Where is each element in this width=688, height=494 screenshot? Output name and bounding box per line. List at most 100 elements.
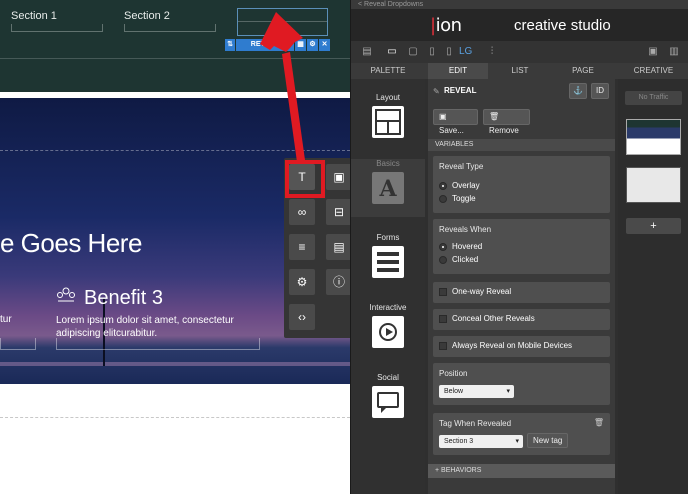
variables-header[interactable]: VARIABLES bbox=[428, 139, 615, 151]
header-divider bbox=[0, 58, 350, 59]
tab-edit[interactable]: EDIT bbox=[428, 63, 488, 79]
left-box-outline bbox=[0, 338, 36, 350]
editor-panel: < Reveal Dropdowns |ion creative studio … bbox=[350, 0, 688, 494]
table-icon[interactable]: ▤ bbox=[326, 234, 350, 260]
tab-palette[interactable]: PALETTE bbox=[351, 63, 425, 79]
save-disk-icon[interactable]: ▣ bbox=[647, 45, 659, 58]
pencil-icon: ✎ bbox=[433, 87, 440, 96]
conceal-other-checkbox[interactable] bbox=[439, 315, 447, 323]
grid-icon[interactable]: ▦ bbox=[295, 39, 306, 51]
lower-section bbox=[0, 384, 350, 494]
traffic-badge: No Traffic bbox=[625, 91, 682, 105]
palette-layout[interactable]: Layout bbox=[351, 93, 425, 138]
reveal-type-card: Reveal Type Overlay Toggle bbox=[433, 156, 610, 213]
brand-subtitle: creative studio bbox=[514, 17, 611, 34]
breakpoint-label[interactable]: LG bbox=[459, 45, 472, 58]
text-block-icon: A bbox=[372, 172, 404, 204]
hovered-radio[interactable] bbox=[439, 243, 447, 251]
site-header: Section 1 Section 2 ⇅ REVEAL ▦ ⚙ ✕ bbox=[0, 0, 350, 92]
save-button[interactable]: ▣ Save... bbox=[433, 109, 478, 135]
trash-icon[interactable]: ✕ bbox=[319, 39, 330, 51]
ion-logo: |ion bbox=[430, 15, 462, 36]
palette-column: Layout Basics A Forms Interactive Social bbox=[351, 79, 425, 494]
link-icon[interactable]: ∞ bbox=[289, 199, 315, 225]
image-icon[interactable]: ▣ bbox=[326, 164, 350, 190]
anchor-icon[interactable]: ⚓ bbox=[569, 83, 587, 99]
device-toolbar: ▤ ▭ ▢ ▯ ▯ LG ⫶ ▣ ▥ bbox=[351, 41, 688, 63]
highlight-box bbox=[285, 160, 325, 198]
clicked-radio[interactable] bbox=[439, 256, 447, 264]
sprout-icon bbox=[57, 287, 75, 302]
benefit-body[interactable]: Lorem ipsum dolor sit amet, consectetur … bbox=[56, 314, 256, 340]
layout-icon bbox=[372, 106, 404, 138]
page-column: No Traffic + bbox=[618, 79, 688, 494]
add-page-button[interactable]: + bbox=[626, 218, 681, 234]
trash-icon: 🗑 bbox=[489, 112, 500, 121]
form-icon bbox=[372, 246, 404, 278]
new-tag-button[interactable]: New tag bbox=[527, 433, 569, 448]
nav-link-section-1[interactable]: Section 1 bbox=[11, 10, 57, 22]
layout-toggle-icon[interactable]: ▤ bbox=[360, 45, 374, 58]
gallery-icon[interactable]: ⊟ bbox=[326, 199, 350, 225]
info-icon[interactable]: ⓘ bbox=[326, 269, 350, 295]
panel-tabs: PALETTE EDIT LIST PAGE CREATIVE bbox=[351, 63, 688, 79]
reveal-handle-icon[interactable]: ⇅ bbox=[225, 39, 235, 51]
nav-box-1 bbox=[11, 24, 103, 32]
one-way-reveal-row[interactable]: One-way Reveal bbox=[433, 282, 610, 303]
palette-social[interactable]: Social bbox=[351, 373, 425, 418]
benefit-box-outline bbox=[56, 338, 260, 350]
guide-line bbox=[0, 150, 350, 151]
remove-button[interactable]: 🗑 Remove bbox=[483, 109, 530, 135]
code-icon[interactable]: ‹› bbox=[289, 304, 315, 330]
page-thumbnail-1[interactable] bbox=[626, 119, 681, 155]
id-button[interactable]: ID bbox=[591, 83, 609, 99]
position-card: Position Below bbox=[433, 363, 610, 405]
tablet-icon[interactable]: ▯ bbox=[427, 45, 437, 58]
guide-line bbox=[0, 417, 350, 418]
reveal-selection-toolbar: ⇅ REVEAL ▦ ⚙ ✕ bbox=[225, 39, 330, 51]
tab-creative[interactable]: CREATIVE bbox=[618, 63, 688, 79]
nav-link-section-2[interactable]: Section 2 bbox=[124, 10, 170, 22]
left-benefit-fragment: tur bbox=[0, 314, 12, 325]
brand-bar: |ion creative studio bbox=[351, 9, 688, 41]
behaviors-header[interactable]: + BEHAVIORS bbox=[428, 464, 615, 478]
nav-box-2 bbox=[124, 24, 216, 32]
save-icon: ▣ bbox=[439, 112, 447, 121]
sliders-icon[interactable]: ⫶ bbox=[486, 45, 498, 58]
preview-icon[interactable]: ▥ bbox=[668, 45, 680, 58]
list-icon[interactable]: ≡ bbox=[289, 234, 315, 260]
tag-card: Tag When Revealed 🗑 Section 3 New tag bbox=[433, 413, 610, 455]
page-canvas[interactable]: Section 1 Section 2 ⇅ REVEAL ▦ ⚙ ✕ e Goe… bbox=[0, 0, 350, 494]
video-play-icon bbox=[372, 316, 404, 348]
comment-icon bbox=[372, 386, 404, 418]
page-thumbnail-2[interactable] bbox=[626, 167, 681, 203]
breadcrumb[interactable]: < Reveal Dropdowns bbox=[351, 0, 688, 9]
app-window: Section 1 Section 2 ⇅ REVEAL ▦ ⚙ ✕ e Goe… bbox=[0, 0, 688, 494]
conceal-other-row[interactable]: Conceal Other Reveals bbox=[433, 309, 610, 330]
reveals-when-card: Reveals When Hovered Clicked bbox=[433, 219, 610, 274]
laptop-icon[interactable]: ▭ bbox=[386, 45, 398, 58]
toggle-radio[interactable] bbox=[439, 195, 447, 203]
reveal-selection-label: REVEAL bbox=[236, 39, 294, 51]
always-reveal-checkbox[interactable] bbox=[439, 342, 447, 350]
tab-list[interactable]: LIST bbox=[490, 63, 550, 79]
gear-icon[interactable]: ⚙ bbox=[289, 269, 315, 295]
tag-select[interactable]: Section 3 bbox=[439, 435, 523, 448]
one-way-reveal-checkbox[interactable] bbox=[439, 288, 447, 296]
desktop-icon[interactable]: ▢ bbox=[407, 45, 419, 58]
palette-forms[interactable]: Forms bbox=[351, 233, 425, 278]
phone-icon[interactable]: ▯ bbox=[445, 45, 453, 58]
overlay-radio[interactable] bbox=[439, 182, 447, 190]
palette-basics[interactable]: Basics A bbox=[351, 159, 425, 217]
palette-interactive[interactable]: Interactive bbox=[351, 303, 425, 348]
trash-icon[interactable]: 🗑 bbox=[594, 418, 604, 427]
hero-headline[interactable]: e Goes Here bbox=[0, 228, 142, 259]
settings-icon[interactable]: ⚙ bbox=[307, 39, 318, 51]
tab-page[interactable]: PAGE bbox=[552, 63, 614, 79]
position-select[interactable]: Below bbox=[439, 385, 514, 398]
always-reveal-row[interactable]: Always Reveal on Mobile Devices bbox=[433, 336, 610, 357]
edit-column: REVEAL ✎ ⚓ ID ▣ Save... 🗑 Remove VARIABL… bbox=[428, 79, 615, 494]
reveal-placeholder[interactable] bbox=[237, 8, 328, 36]
benefit-title[interactable]: Benefit 3 bbox=[84, 287, 163, 310]
horizon-glow bbox=[0, 362, 350, 366]
